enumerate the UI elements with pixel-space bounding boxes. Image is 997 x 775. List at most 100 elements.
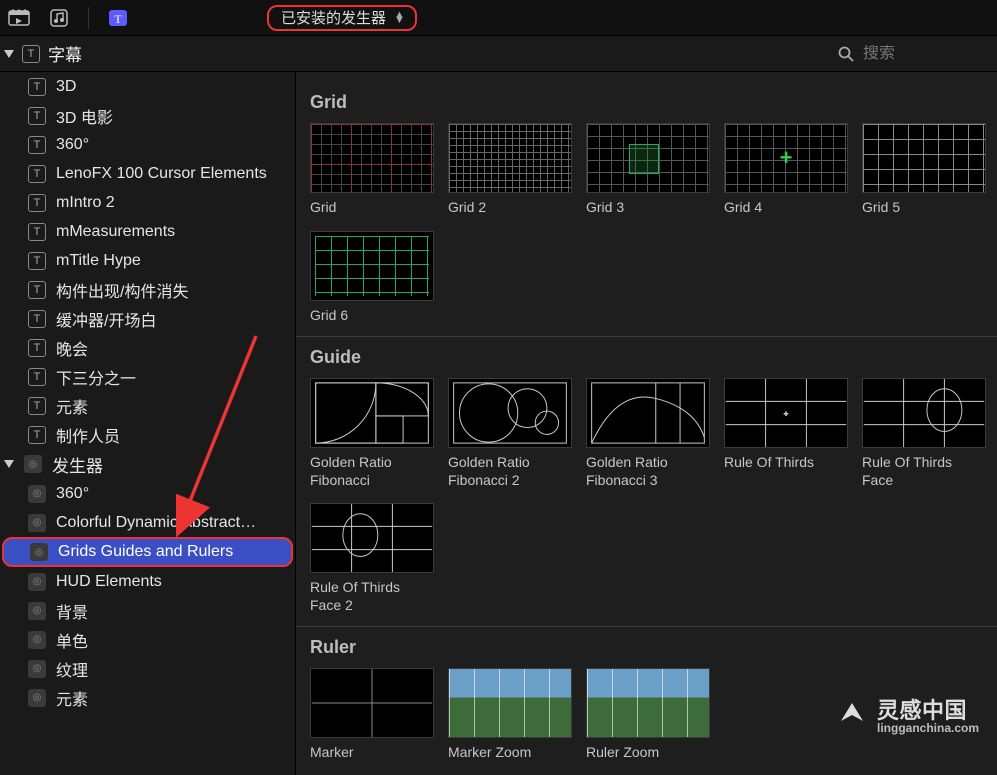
section-grid: Grid Grid 2 Grid 3 Grid 4 Grid 5 Grid 6: [310, 123, 997, 324]
thumbnail-label: Golden Ratio Fibonacci 3: [586, 454, 710, 489]
title-item-icon: T: [28, 223, 46, 241]
sidebar-title-item[interactable]: TLenoFX 100 Cursor Elements: [0, 159, 295, 188]
thumbnail-preview: [448, 378, 572, 448]
generator-thumbnail[interactable]: Grid 5: [862, 123, 986, 217]
sidebar-title-item[interactable]: T元素: [0, 391, 295, 420]
generator-thumbnail[interactable]: Grid 3: [586, 123, 710, 217]
thumbnail-label: Rule Of Thirds Face: [862, 454, 986, 489]
sidebar-generator-item-selected[interactable]: ◎Grids Guides and Rulers: [2, 537, 293, 567]
title-item-icon: T: [28, 194, 46, 212]
sidebar-generator-item[interactable]: ◎纹理: [0, 654, 295, 683]
thumbnail-preview: [310, 668, 434, 738]
title-item-icon: T: [28, 281, 46, 299]
section-title: Guide: [310, 347, 997, 368]
generator-thumbnail[interactable]: Rule Of Thirds Face: [862, 378, 986, 489]
watermark-logo-icon: [835, 697, 869, 731]
generator-thumbnail[interactable]: + Rule Of Thirds: [724, 378, 848, 489]
thumbnail-label: Rule Of Thirds: [724, 454, 848, 472]
thumbnail-preview: [586, 668, 710, 738]
sidebar-title-item[interactable]: T3D 电影: [0, 101, 295, 130]
sidebar-generator-item[interactable]: ◎元素: [0, 683, 295, 712]
generators-browser[interactable]: Grid Grid Grid 2 Grid 3 Grid 4 Grid 5 Gr…: [296, 72, 997, 775]
sidebar-title-item[interactable]: T构件出现/构件消失: [0, 275, 295, 304]
sidebar-title-item[interactable]: TmTitle Hype: [0, 246, 295, 275]
thumbnail-preview: [310, 503, 434, 573]
generator-thumbnail[interactable]: Ruler Zoom: [586, 668, 710, 762]
thumbnail-preview: [586, 378, 710, 448]
dropdown-label: 已安装的发生器: [281, 7, 386, 28]
generator-filter-dropdown[interactable]: 已安装的发生器 ▲▼: [267, 5, 417, 31]
titles-generators-icon[interactable]: T: [107, 7, 129, 29]
sidebar-generator-item[interactable]: ◎单色: [0, 625, 295, 654]
generator-thumbnail[interactable]: Grid 4: [724, 123, 848, 217]
generator-thumbnail[interactable]: Marker: [310, 668, 434, 762]
sidebar-generator-item[interactable]: ◎Colorful Dynamic Abstract…: [0, 508, 295, 537]
sidebar-generator-item[interactable]: ◎背景: [0, 596, 295, 625]
thumbnail-preview: [448, 123, 572, 193]
sidebar-generator-item[interactable]: ◎HUD Elements: [0, 567, 295, 596]
thumbnail-preview: [586, 123, 710, 193]
search-input[interactable]: [863, 45, 983, 63]
generator-thumbnail[interactable]: Marker Zoom: [448, 668, 572, 762]
thumbnail-preview: [862, 123, 986, 193]
sidebar-title-item[interactable]: T3D: [0, 72, 295, 101]
thumbnail-preview: [862, 378, 986, 448]
thumbnail-label: Ruler Zoom: [586, 744, 710, 762]
media-browser-icon[interactable]: [8, 7, 30, 29]
sidebar-header-generators[interactable]: ◎ 发生器: [0, 449, 295, 479]
sidebar-title-item[interactable]: TmIntro 2: [0, 188, 295, 217]
sidebar-title-item[interactable]: T制作人员: [0, 420, 295, 449]
chevron-updown-icon: ▲▼: [394, 13, 405, 23]
sidebar-title-item[interactable]: TmMeasurements: [0, 217, 295, 246]
section-title: Ruler: [310, 637, 997, 658]
sub-header: T 字幕: [0, 36, 997, 72]
search-icon: [837, 45, 855, 63]
sidebar-generator-item[interactable]: ◎360°: [0, 479, 295, 508]
generator-thumbnail[interactable]: Golden Ratio Fibonacci 2: [448, 378, 572, 489]
thumbnail-label: Marker Zoom: [448, 744, 572, 762]
disclosure-triangle-icon[interactable]: [4, 50, 14, 58]
generator-thumbnail[interactable]: Golden Ratio Fibonacci 3: [586, 378, 710, 489]
section-title: Grid: [310, 92, 997, 113]
generator-thumbnail[interactable]: Grid: [310, 123, 434, 217]
sidebar-title-item[interactable]: T下三分之一: [0, 362, 295, 391]
disclosure-triangle-icon[interactable]: [4, 460, 14, 468]
generator-item-icon: ◎: [28, 689, 46, 707]
title-item-icon: T: [28, 397, 46, 415]
thumbnail-label: Golden Ratio Fibonacci: [310, 454, 434, 489]
thumbnail-preview: [310, 123, 434, 193]
svg-text:T: T: [114, 12, 122, 26]
sidebar: T3D T3D 电影 T360° TLenoFX 100 Cursor Elem…: [0, 72, 296, 775]
generator-item-icon: ◎: [28, 514, 46, 532]
thumbnail-preview: [448, 668, 572, 738]
sidebar-title-item[interactable]: T缓冲器/开场白: [0, 304, 295, 333]
generator-thumbnail[interactable]: Grid 2: [448, 123, 572, 217]
generators-header-label: 发生器: [52, 452, 103, 477]
thumbnail-preview: [310, 231, 434, 301]
generator-thumbnail[interactable]: Rule Of Thirds Face 2: [310, 503, 434, 614]
thumbnail-preview: [724, 123, 848, 193]
watermark-text: 灵感中国: [877, 698, 967, 723]
titles-icon: T: [22, 45, 40, 63]
title-item-icon: T: [28, 136, 46, 154]
thumbnail-label: Marker: [310, 744, 434, 762]
sidebar-title-item[interactable]: T晚会: [0, 333, 295, 362]
top-toolbar: T 已安装的发生器 ▲▼: [0, 0, 997, 36]
generator-thumbnail[interactable]: Golden Ratio Fibonacci: [310, 378, 434, 489]
generator-item-icon: ◎: [28, 602, 46, 620]
thumbnail-label: Grid 2: [448, 199, 572, 217]
section-guide: Golden Ratio Fibonacci Golden Ratio Fibo…: [310, 378, 997, 614]
thumbnail-label: Grid 3: [586, 199, 710, 217]
generator-item-icon: ◎: [28, 485, 46, 503]
title-item-icon: T: [28, 78, 46, 96]
sidebar-header-titles[interactable]: T 字幕: [0, 41, 296, 66]
generator-item-icon: ◎: [28, 573, 46, 591]
title-item-icon: T: [28, 310, 46, 328]
music-browser-icon[interactable]: [48, 7, 70, 29]
sidebar-title-item[interactable]: T360°: [0, 130, 295, 159]
search-box[interactable]: [837, 45, 983, 63]
watermark-subtext: lingganchina.com: [877, 721, 979, 735]
thumbnail-preview: [310, 378, 434, 448]
generator-thumbnail[interactable]: Grid 6: [310, 231, 434, 325]
generator-item-icon: ◎: [30, 543, 48, 561]
